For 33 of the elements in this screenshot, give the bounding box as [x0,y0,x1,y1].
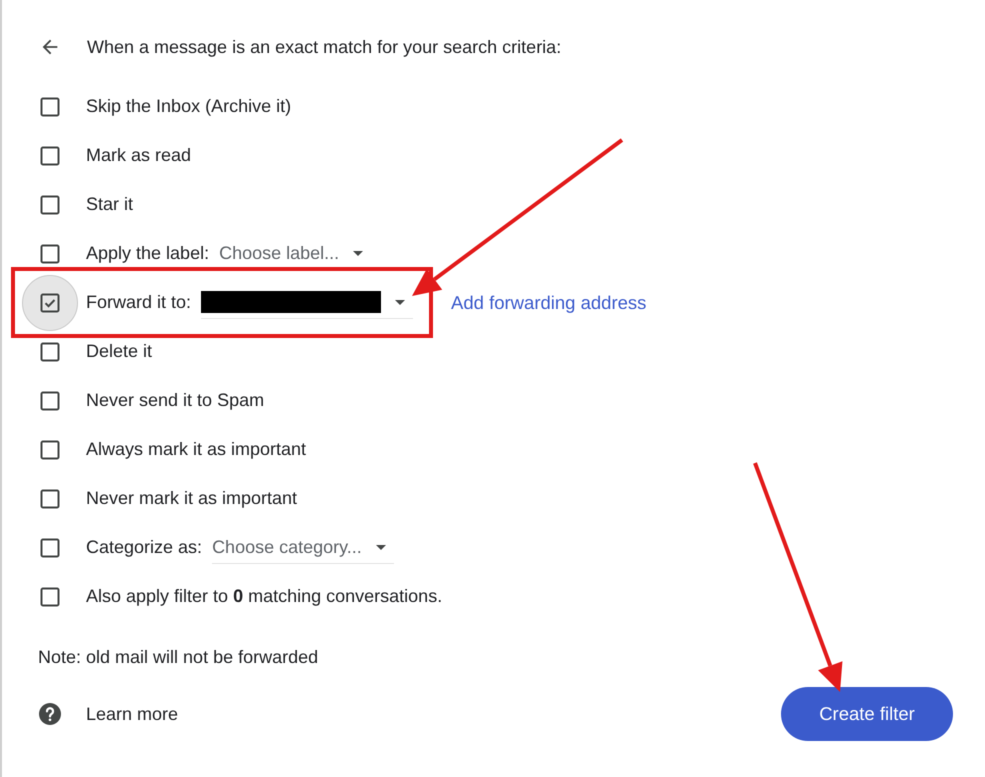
checkbox[interactable] [38,340,62,364]
option-label: Delete it [86,340,152,363]
checkbox[interactable] [38,144,62,168]
checkbox[interactable] [38,242,62,266]
option-label: Apply the label: [86,242,210,265]
create-filter-button[interactable]: Create filter [781,687,953,741]
option-label: Forward it to: [86,291,192,314]
note-text: Note: old mail will not be forwarded [38,646,320,669]
option-label: Skip the Inbox (Archive it) [86,95,292,118]
option-label: Never send it to Spam [86,389,264,412]
dropdown-field[interactable]: Choose category... [212,532,394,564]
checkbox[interactable] [38,536,62,560]
checkbox[interactable] [38,486,62,510]
checkbox[interactable] [38,192,62,216]
checkbox[interactable] [38,290,62,314]
checkbox[interactable] [38,438,62,462]
dropdown-field[interactable]: Choose label... [219,238,372,270]
option-label: Also apply filter to 0 matching conversations. [86,585,442,608]
dropdown-caret-icon [376,544,386,550]
option-label: Mark as read [86,144,192,167]
help-icon[interactable] [38,702,62,726]
option-label: Never mark it as important [86,487,298,510]
option-label: Categorize as: [86,536,202,559]
dropdown-caret-icon [395,300,406,304]
learn-more-link[interactable]: Learn more [86,700,178,728]
add-forwarding-address-link[interactable]: Add forwarding address [451,288,646,316]
section-title: When a message is an exact match for your search criteria: [87,36,562,59]
option-label: Star it [86,193,134,216]
option-label: Always mark it as important [86,438,306,461]
checkbox[interactable] [38,94,62,118]
checkbox[interactable] [38,584,62,608]
dropdown-caret-icon [353,250,364,256]
checkbox[interactable] [38,388,62,412]
